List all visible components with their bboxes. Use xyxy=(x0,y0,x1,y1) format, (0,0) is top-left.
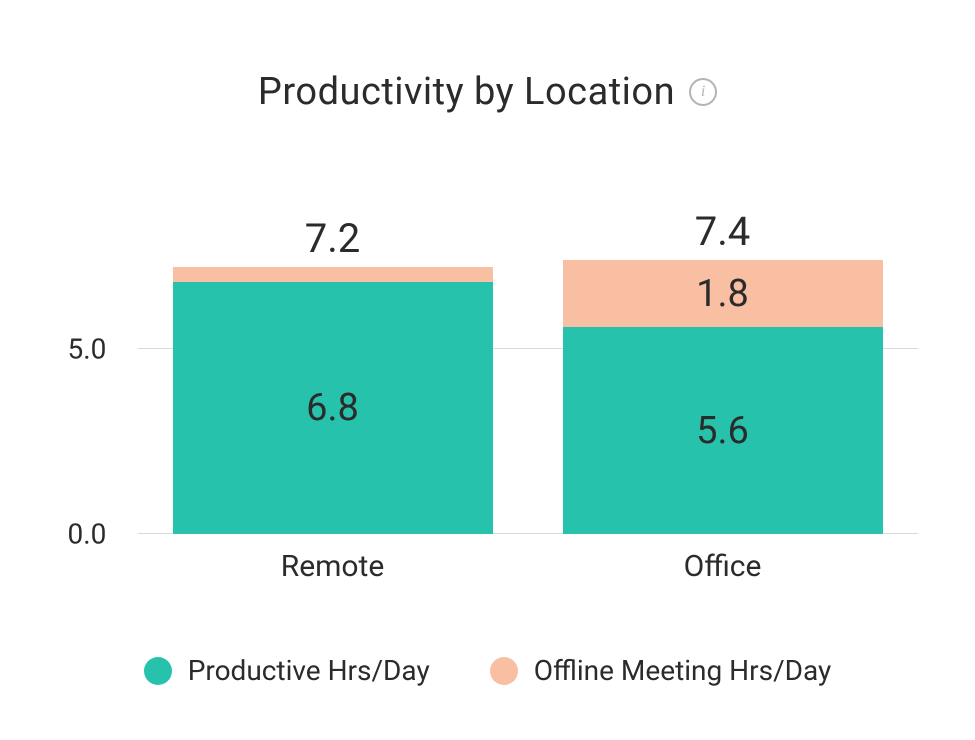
info-icon[interactable]: i xyxy=(689,78,717,106)
swatch-salmon-icon xyxy=(490,657,518,685)
total-label-remote: 7.2 xyxy=(305,215,361,262)
legend-item-productive: Productive Hrs/Day xyxy=(144,654,430,687)
segment-office-meeting: 1.8 xyxy=(563,260,883,327)
segment-label-office-productive: 5.6 xyxy=(696,409,749,453)
category-label-remote: Remote xyxy=(173,549,493,584)
bar-stack-office: 1.8 5.6 xyxy=(563,260,883,534)
category-label-office: Office xyxy=(563,549,883,584)
segment-remote-productive: 6.8 xyxy=(173,282,493,534)
bars-wrapper: 7.2 6.8 7.4 1.8 xyxy=(138,164,918,534)
chart-container: Productivity by Location i 0.0 5.0 7.2 6… xyxy=(0,0,975,740)
plot-area: 7.2 6.8 7.4 1.8 xyxy=(138,164,918,534)
y-tick-5: 5.0 xyxy=(68,333,107,366)
segment-remote-meeting xyxy=(173,267,493,282)
legend-item-meeting: Offline Meeting Hrs/Day xyxy=(490,654,832,687)
bar-group-remote: 7.2 6.8 xyxy=(173,267,493,534)
legend-text-meeting: Offline Meeting Hrs/Day xyxy=(534,654,832,687)
bar-group-office: 7.4 1.8 5.6 xyxy=(563,260,883,534)
segment-label-remote-productive: 6.8 xyxy=(306,386,359,430)
chart-title: Productivity by Location xyxy=(258,70,675,114)
legend-text-productive: Productive Hrs/Day xyxy=(188,654,430,687)
segment-label-office-meeting: 1.8 xyxy=(696,272,749,316)
category-labels: Remote Office xyxy=(138,549,918,584)
legend: Productive Hrs/Day Offline Meeting Hrs/D… xyxy=(144,654,832,687)
chart-area: 0.0 5.0 7.2 6.8 xyxy=(48,164,928,584)
bar-stack-remote: 6.8 xyxy=(173,267,493,534)
total-label-office: 7.4 xyxy=(695,208,751,255)
title-row: Productivity by Location i xyxy=(258,70,717,114)
y-tick-0: 0.0 xyxy=(68,518,107,551)
swatch-teal-icon xyxy=(144,657,172,685)
segment-office-productive: 5.6 xyxy=(563,327,883,534)
